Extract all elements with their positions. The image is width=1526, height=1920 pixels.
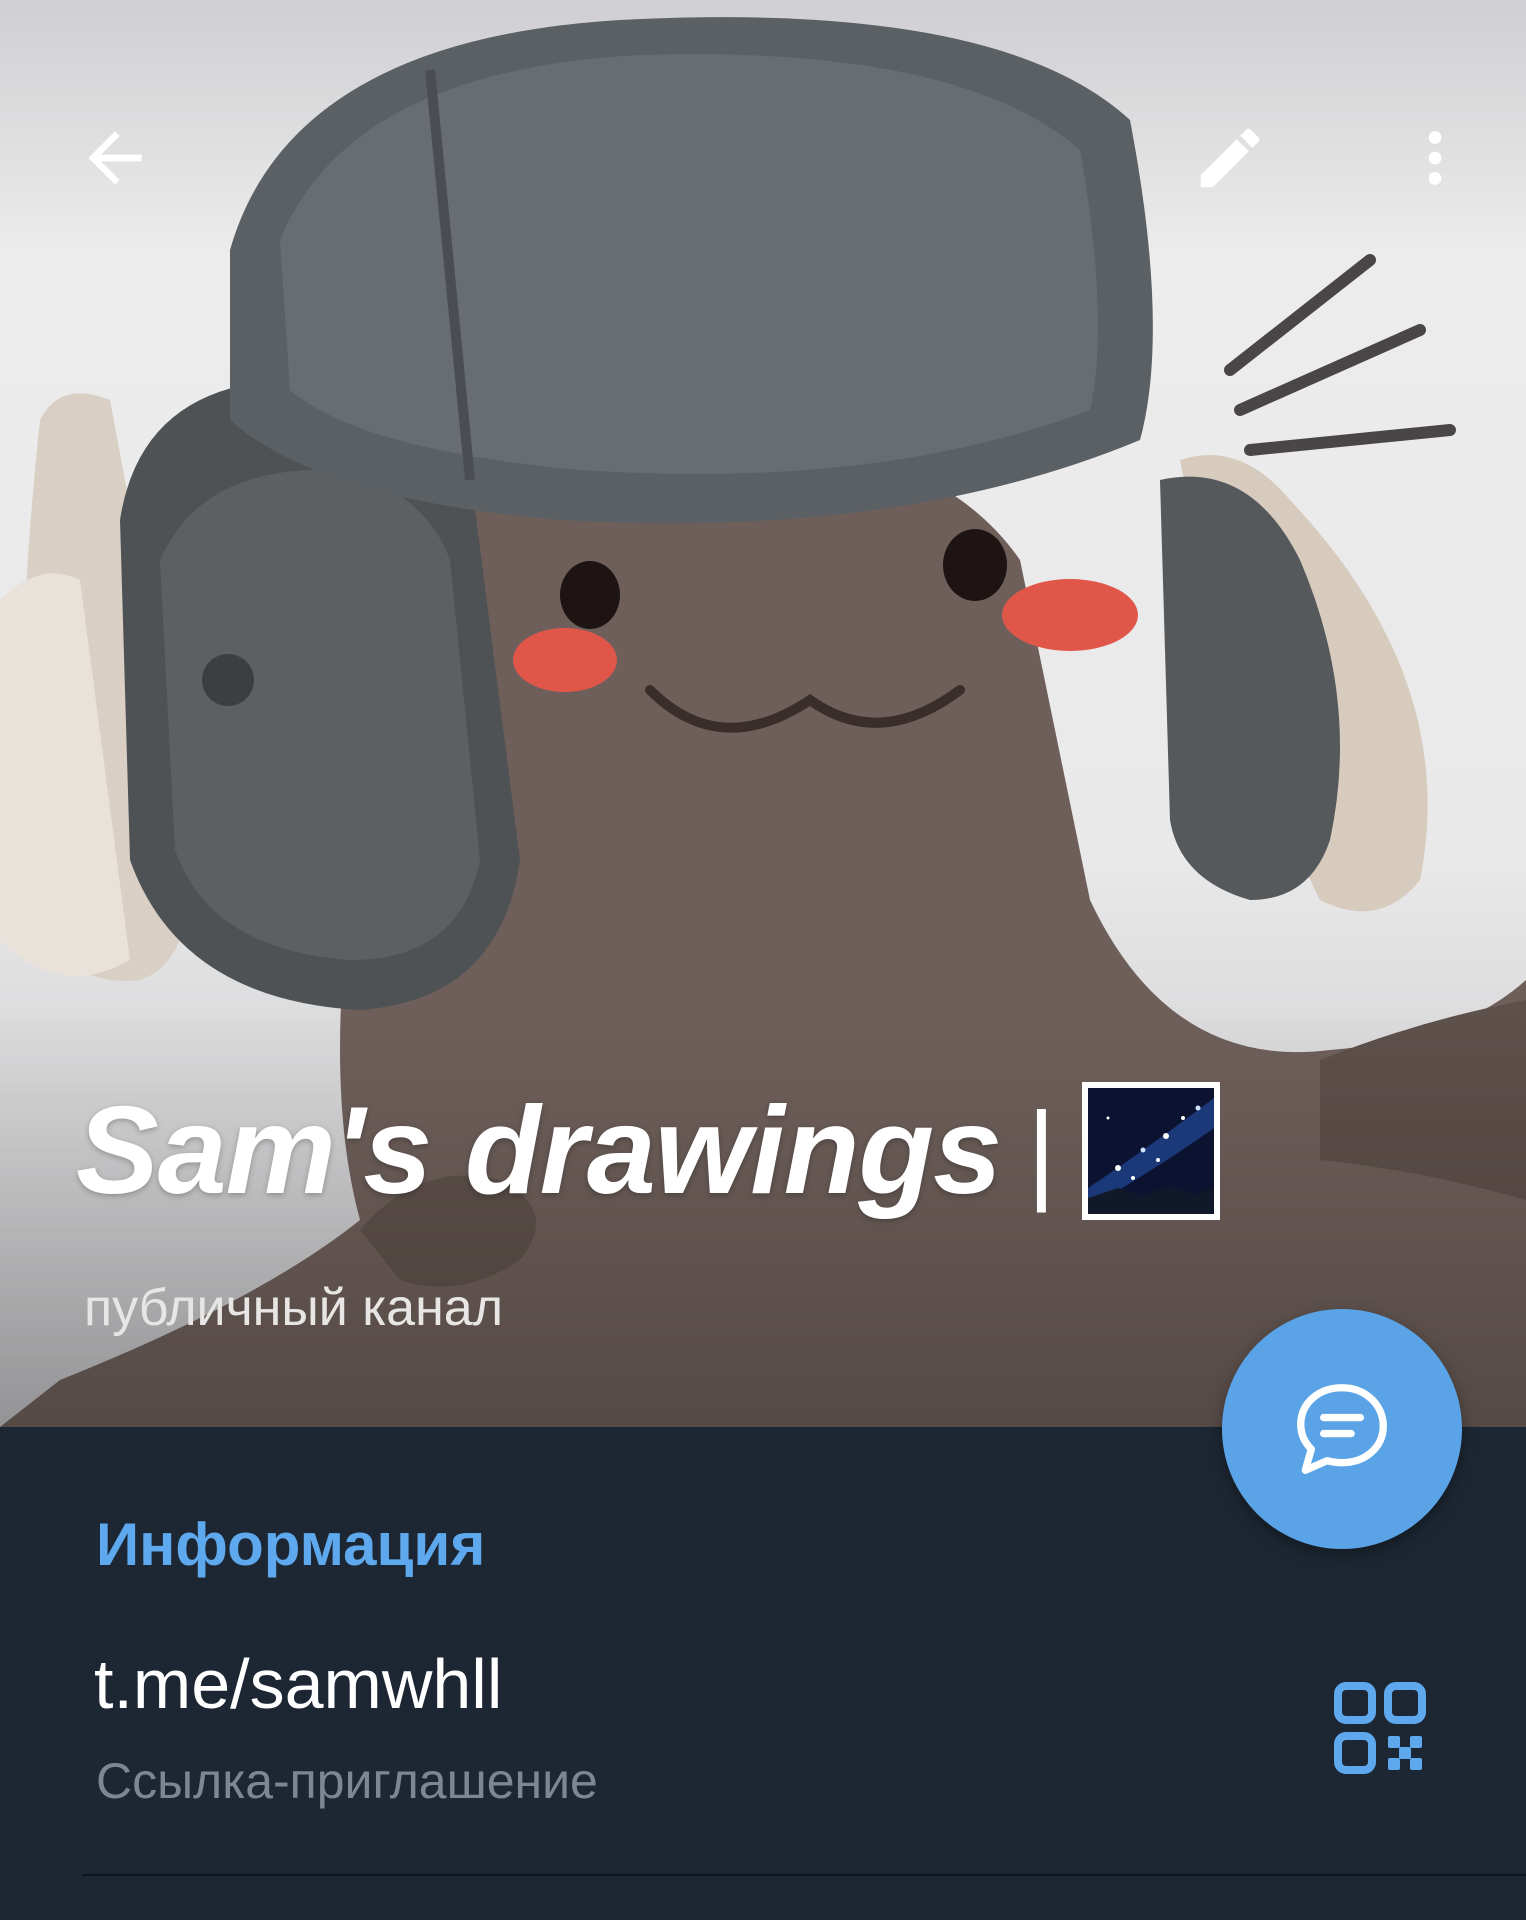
edit-button[interactable]	[1170, 98, 1290, 218]
discuss-button[interactable]	[1222, 1309, 1462, 1549]
info-section-heading: Информация	[96, 1511, 486, 1578]
milky-way-emoji-icon	[1081, 1082, 1220, 1220]
more-vertical-icon	[1428, 131, 1442, 185]
pencil-icon	[1200, 128, 1260, 188]
channel-name: Sam's drawings	[76, 1082, 1002, 1220]
profile-header: Sam's drawings | публичный канал	[0, 0, 1526, 1427]
title-separator: |	[1027, 1089, 1056, 1213]
more-options-button[interactable]	[1375, 98, 1495, 218]
back-button[interactable]	[55, 98, 175, 218]
chat-bubble-icon	[1297, 1384, 1387, 1474]
invite-link-caption: Ссылка-приглашение	[96, 1753, 598, 1809]
qr-code-button[interactable]	[1330, 1678, 1430, 1778]
invite-link[interactable]: t.me/samwhll	[94, 1644, 502, 1724]
arrow-left-icon	[88, 131, 142, 185]
channel-type: публичный канал	[84, 1279, 504, 1337]
channel-title: Sam's drawings |	[76, 1080, 1220, 1222]
divider	[82, 1874, 1526, 1876]
qr-code-icon	[1334, 1682, 1426, 1774]
